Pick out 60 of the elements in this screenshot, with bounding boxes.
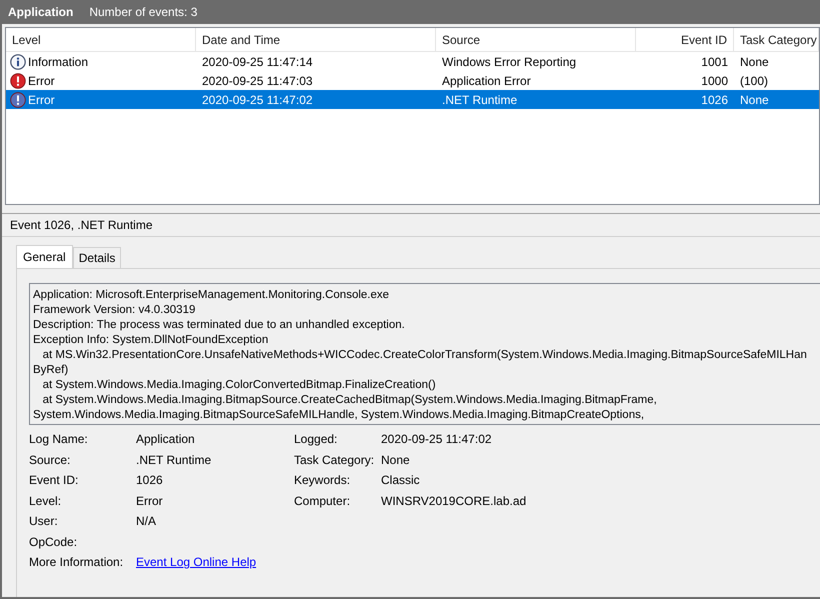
description-line: at MS.Win32.PresentationCore.UnsafeNativeMethods+WICCodec.CreateColorTransform(System.Windows.Media.Imaging.BitmapSourceSafeMILHan [42, 348, 808, 363]
table-cell-text: Application Error [441, 72, 532, 90]
log-title: Application [8, 5, 74, 19]
field-label: Computer: [294, 494, 352, 508]
field-label: Task Category: [294, 452, 376, 467]
field-label: Source: [29, 452, 72, 467]
field-label: OpCode: [29, 534, 78, 549]
event-row[interactable]: Error 2020-09-25 11:47:03 Application Error 1000 (100) [6, 71, 819, 90]
table-cell-text: 2020-09-25 11:47:02 [201, 92, 314, 108]
description-line: ByRef) [33, 363, 70, 378]
table-cell-text: 1026 [700, 92, 729, 108]
field-value: .NET Runtime [136, 452, 212, 467]
field-value: 2020-09-25 11:47:02 [381, 432, 492, 446]
table-cell-text: 1000 [700, 72, 729, 90]
level-text: Error [28, 92, 55, 106]
table-cell-text: .NET Runtime [441, 92, 518, 108]
field-value: 1026 [136, 473, 163, 488]
field-value: Application [136, 432, 195, 446]
info-icon [10, 54, 26, 70]
description-line: Description: The process was terminated due to an unhandled exception. [33, 318, 406, 333]
field-label: User: [29, 514, 59, 528]
description-line: at System.Windows.Media.Imaging.BitmapSource.CreateCachedBitmap(System.Windows.Media.Imaging.BitmapFrame, [42, 393, 658, 408]
description-line: at System.Windows.Media.Imaging.ColorConvertedBitmap.FinalizeCreation() [42, 378, 437, 393]
error-icon [10, 92, 26, 108]
table-cell-text: 2020-09-25 11:47:14 [201, 54, 314, 70]
event-count: Number of events: 3 [89, 5, 198, 19]
field-value: Classic [381, 473, 420, 488]
error-icon [10, 72, 26, 88]
description-line: Exception Info: System.DllNotFoundException [33, 333, 270, 348]
column-header[interactable]: Source [436, 28, 636, 51]
table-cell-text: 2020-09-25 11:47:03 [201, 72, 314, 90]
description-line: Application: Microsoft.EnterpriseManagement.Monitoring.Console.exe [33, 288, 390, 303]
column-header[interactable]: Task Category [734, 28, 819, 51]
event-row[interactable]: Information 2020-09-25 11:47:14 Windows Error Reporting 1001 None [6, 52, 819, 71]
field-label: Event ID: [29, 473, 80, 488]
description-line: System.Windows.Media.Imaging.BitmapSourceSafeMILHandle, System.Windows.Media.Imaging.BitmapCreateOptions, [33, 408, 646, 423]
event-row[interactable]: Error 2020-09-25 11:47:02 .NET Runtime 1026 None [6, 90, 819, 109]
field-label: Keywords: [294, 473, 352, 488]
field-value: Error [136, 494, 163, 508]
tab[interactable]: General [16, 245, 73, 268]
table-cell-text: Windows Error Reporting [441, 54, 578, 70]
table-cell-text: 1001 [700, 54, 729, 70]
level-text: Information [28, 54, 88, 68]
table-cell-text: (100) [739, 72, 770, 90]
table-cell-text: None [739, 54, 770, 70]
field-label: Logged: [294, 432, 338, 446]
description-line: Framework Version: v4.0.30319 [33, 303, 196, 318]
field-value: None [381, 452, 410, 467]
field-label: More Information: [29, 555, 124, 570]
column-header[interactable]: Level [6, 28, 196, 51]
tab[interactable]: Details [72, 247, 122, 268]
column-header[interactable]: Date and Time [196, 28, 436, 51]
help-link[interactable]: Event Log Online Help [136, 555, 256, 570]
level-text: Error [28, 74, 55, 88]
column-header[interactable]: Event ID [636, 28, 734, 51]
field-label: Log Name: [29, 432, 89, 446]
field-value: N/A [136, 514, 156, 528]
field-label: Level: [29, 494, 62, 508]
field-value: WINSRV2019CORE.lab.ad [381, 494, 526, 508]
table-cell-text: None [739, 92, 770, 108]
